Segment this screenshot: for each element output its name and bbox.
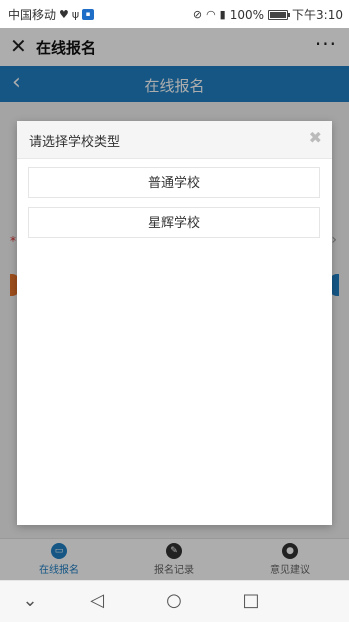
status-left: 中国移动 ♥ ψ ▪ [8, 6, 95, 23]
app-notification-icon: ▪ [82, 9, 95, 20]
clock: 下午3:10 [292, 8, 343, 22]
status-bar: 中国移动 ♥ ψ ▪ ⊘ ◠ ▮ 100% 下午3:10 [0, 0, 349, 28]
usb-icon: ψ [71, 7, 80, 21]
battery-icon [268, 9, 291, 20]
android-nav-bar: ⌄ ◁ ○ □ [0, 580, 349, 622]
back-triangle-icon[interactable]: ◁ [77, 589, 117, 613]
school-type-dialog: 请选择学校类型 ✖ 普通学校 星辉学校 [17, 121, 332, 525]
battery-percent: 100% [229, 7, 265, 22]
option-regular-school[interactable]: 普通学校 [28, 167, 320, 198]
carrier-label: 中国移动 [8, 8, 57, 22]
dialog-title: 请选择学校类型 [29, 135, 121, 150]
home-circle-icon[interactable]: ○ [154, 589, 194, 613]
recents-square-icon[interactable]: □ [231, 589, 271, 613]
screen: 中国移动 ♥ ψ ▪ ⊘ ◠ ▮ 100% 下午3:10 ✕ 在线报名 ··· … [0, 0, 349, 622]
dialog-header: 请选择学校类型 ✖ [17, 121, 332, 159]
chevron-down-icon[interactable]: ⌄ [10, 589, 50, 613]
mute-icon: ⊘ [192, 7, 203, 21]
signal-icon: ▮ [219, 7, 226, 21]
wifi-icon: ◠ [206, 7, 216, 21]
heart-icon: ♥ [59, 7, 69, 21]
close-icon[interactable]: ✖ [309, 129, 322, 147]
status-right: ⊘ ◠ ▮ 100% 下午3:10 [193, 6, 343, 23]
option-xinghui-school[interactable]: 星辉学校 [28, 207, 320, 238]
